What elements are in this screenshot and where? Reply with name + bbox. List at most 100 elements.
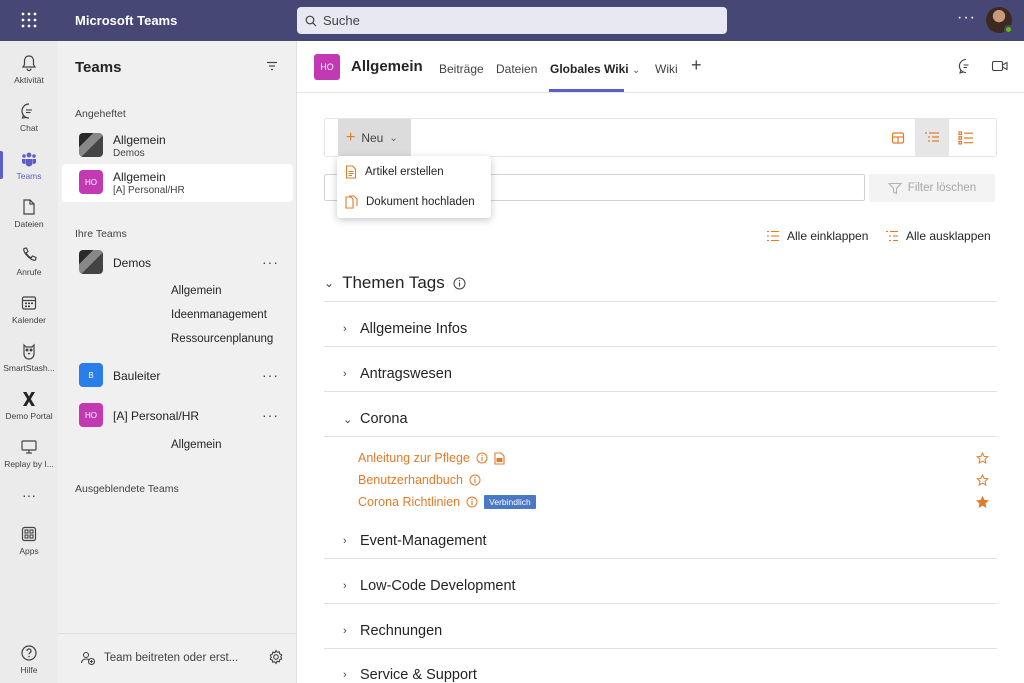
- rail-item-replay[interactable]: Replay by I...: [0, 429, 58, 477]
- group-allgemeine-infos[interactable]: › Allgemeine Infos: [343, 321, 467, 337]
- menu-item-label: Artikel erstellen: [365, 166, 444, 178]
- tab-files[interactable]: Dateien: [496, 62, 537, 76]
- tab-label: Globales Wiki: [550, 62, 629, 76]
- rail-label: Teams: [16, 170, 42, 181]
- divider: [324, 436, 997, 437]
- team-name: Demos: [113, 148, 145, 159]
- info-icon[interactable]: [453, 277, 466, 290]
- article-benutzerhandbuch[interactable]: Benutzerhandbuch: [358, 473, 481, 487]
- teams-list-pane: Teams Angeheftet Allgemein Demos HO Allg…: [58, 41, 297, 683]
- rail-item-help[interactable]: Hilfe: [0, 635, 58, 683]
- channel-item[interactable]: Allgemein: [171, 285, 222, 297]
- video-call-icon[interactable]: [991, 58, 1009, 74]
- star-outline-icon[interactable]: [976, 474, 989, 487]
- chevron-right-icon: ›: [343, 580, 347, 592]
- channel-avatar: HO: [314, 54, 340, 80]
- team-avatar: [79, 133, 103, 157]
- channel-item[interactable]: Ideenmanagement: [171, 309, 267, 321]
- article-anleitung-pflege[interactable]: Anleitung zur Pflege: [358, 451, 505, 465]
- more-icon: ···: [22, 487, 36, 503]
- add-tab-button[interactable]: +: [691, 55, 702, 76]
- team-name: [A] Personal/HR: [113, 185, 185, 196]
- filter-clear-icon: [887, 182, 902, 194]
- group-corona[interactable]: ⌄ Corona: [343, 411, 408, 427]
- tab-wiki[interactable]: Wiki: [655, 62, 678, 76]
- settings-more-button[interactable]: ···: [957, 9, 976, 27]
- rail-item-files[interactable]: Dateien: [0, 189, 58, 237]
- rail-item-activity[interactable]: Aktivität: [0, 45, 58, 93]
- tab-global-wiki[interactable]: Globales Wiki ⌄: [550, 62, 640, 76]
- group-rechnungen[interactable]: › Rechnungen: [343, 623, 442, 639]
- rail-item-smartstash[interactable]: SmartStash...: [0, 333, 58, 381]
- pinned-channel-personal-hr[interactable]: HO Allgemein [A] Personal/HR: [62, 164, 293, 202]
- tab-posts[interactable]: Beiträge: [439, 62, 484, 76]
- group-name: Service & Support: [360, 667, 477, 683]
- article-corona-richtlinien[interactable]: Corona Richtlinien Verbindlich: [358, 495, 536, 509]
- user-avatar[interactable]: [986, 7, 1013, 34]
- conversation-icon[interactable]: [958, 58, 974, 74]
- star-outline-icon[interactable]: [976, 452, 989, 465]
- group-service-support[interactable]: › Service & Support: [343, 667, 477, 683]
- app-name: Microsoft Teams: [75, 13, 178, 28]
- divider: [324, 301, 997, 302]
- rail-label: Kalender: [11, 314, 47, 325]
- chevron-right-icon: ›: [343, 535, 347, 547]
- group-name: Low-Code Development: [360, 578, 516, 594]
- pane-title: Teams: [75, 59, 122, 76]
- info-icon[interactable]: [476, 452, 488, 464]
- upload-document-item[interactable]: Dokument hochladen: [337, 187, 491, 217]
- list-view-button[interactable]: [949, 119, 983, 157]
- join-create-team-button[interactable]: Team beitreten oder erst...: [80, 650, 238, 666]
- rail-item-chat[interactable]: Chat: [0, 93, 58, 141]
- tree-view-button[interactable]: [915, 119, 949, 157]
- info-icon[interactable]: [469, 474, 481, 486]
- app-launcher-icon[interactable]: [20, 11, 38, 29]
- group-event-management[interactable]: › Event-Management: [343, 533, 487, 549]
- presence-available-icon: [1004, 25, 1013, 34]
- team-more-button[interactable]: ···: [262, 254, 279, 270]
- rail-item-teams[interactable]: Teams: [0, 141, 58, 189]
- expand-all-button[interactable]: Alle ausklappen: [885, 229, 991, 243]
- rail-item-more[interactable]: ···: [0, 471, 58, 519]
- info-icon[interactable]: [466, 496, 478, 508]
- team-more-button[interactable]: ···: [262, 407, 279, 423]
- add-people-icon: [80, 651, 96, 666]
- team-bauleiter[interactable]: B Bauleiter ···: [62, 357, 293, 395]
- rail-item-calendar[interactable]: Kalender: [0, 285, 58, 333]
- section-themen-tags[interactable]: ⌄ Themen Tags: [324, 273, 466, 293]
- search-input[interactable]: Suche: [297, 7, 727, 34]
- create-article-item[interactable]: Artikel erstellen: [337, 157, 491, 187]
- pane-footer: Team beitreten oder erst...: [58, 633, 297, 683]
- status-badge: Verbindlich: [484, 495, 536, 509]
- channel-item[interactable]: Allgemein: [171, 439, 222, 451]
- filter-icon[interactable]: [265, 59, 279, 73]
- gear-icon[interactable]: [268, 649, 284, 665]
- hidden-teams-label[interactable]: Ausgeblendete Teams: [75, 483, 179, 495]
- file-icon: [23, 198, 35, 215]
- star-filled-icon[interactable]: [976, 496, 989, 509]
- join-label: Team beitreten oder erst...: [104, 652, 239, 664]
- group-antragswesen[interactable]: › Antragswesen: [343, 366, 452, 382]
- chevron-down-icon: ⌄: [389, 132, 398, 144]
- clear-filter-button[interactable]: Filter löschen: [869, 174, 995, 202]
- group-low-code[interactable]: › Low-Code Development: [343, 578, 516, 594]
- layout-icon: [891, 132, 905, 144]
- channel-item[interactable]: Ressourcenplanung: [171, 333, 273, 345]
- rail-item-demo-portal[interactable]: Demo Portal: [0, 381, 58, 429]
- pinned-channel-demos[interactable]: Allgemein Demos: [62, 127, 293, 165]
- search-icon: [305, 15, 317, 26]
- card-view-button[interactable]: [881, 119, 915, 157]
- your-teams-label: Ihre Teams: [75, 228, 127, 240]
- rail-item-apps[interactable]: Apps: [0, 516, 58, 564]
- new-button[interactable]: + Neu ⌄: [338, 119, 411, 157]
- team-demos[interactable]: Demos ···: [62, 244, 293, 282]
- divider: [324, 391, 997, 392]
- top-bar: Microsoft Teams Suche ···: [0, 0, 1024, 41]
- channel-header: HO Allgemein Beiträge Dateien Globales W…: [297, 41, 1024, 93]
- rail-item-calls[interactable]: Anrufe: [0, 237, 58, 285]
- chevron-right-icon: ›: [343, 323, 347, 335]
- team-more-button[interactable]: ···: [262, 367, 279, 383]
- collapse-all-button[interactable]: Alle einklappen: [766, 229, 868, 243]
- team-personal-hr[interactable]: HO [A] Personal/HR ···: [62, 397, 293, 435]
- team-avatar: HO: [79, 403, 103, 427]
